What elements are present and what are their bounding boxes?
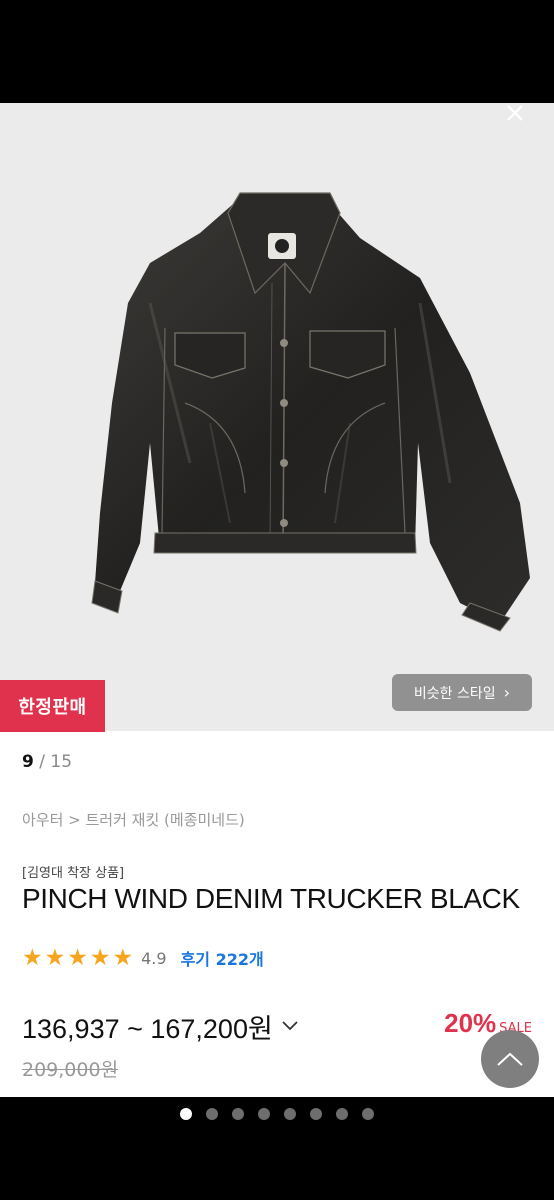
page-dot[interactable] [258,1108,270,1120]
similar-style-button[interactable]: 비슷한 스타일 › [392,674,532,711]
image-counter-total: 15 [50,752,73,772]
page-dot[interactable] [310,1108,322,1120]
star-icon: ★ [22,944,43,971]
image-counter-separator: / [33,752,51,772]
star-icon: ★ [67,944,88,971]
price-row: 136,937 ~ 167,200원 [22,1007,299,1046]
star-icon: ★ [89,944,111,971]
product-image[interactable] [0,103,554,731]
close-icon [507,105,523,121]
product-title: PINCH WIND DENIM TRUCKER BLACK [22,883,520,914]
rating-row: ★ ★ ★ ★ ★ 4.9 후기 222개 [22,943,264,973]
product-tag: [김영대 착장 상품] [22,866,125,881]
product-viewer: 한정판매 비슷한 스타일 › 9 / 15 아우터 > 트러커 재킷 (메종미네… [0,103,554,1097]
denim-jacket-image [91,192,530,632]
rating-value: 4.9 [141,948,167,968]
star-rating: ★ ★ ★ ★ ★ [22,944,134,971]
close-button[interactable] [498,103,532,125]
category-breadcrumb[interactable]: 아우터 > 트러커 재킷 (메종미네드) [22,809,245,830]
page-indicator [0,1108,554,1120]
discount-percent: 20% [444,1008,497,1038]
page-dot[interactable] [336,1108,348,1120]
chevron-right-icon: › [503,683,511,702]
chevron-down-icon[interactable] [281,1017,299,1037]
star-icon: ★ [44,944,66,971]
top-black-bar [0,0,554,103]
star-icon: ★ [112,944,134,971]
page-dot[interactable] [206,1108,218,1120]
page-dot[interactable] [284,1108,296,1120]
price-range: 136,937 ~ 167,200원 [22,1014,273,1044]
image-counter-current: 9 [22,752,34,772]
original-price: 209,000원 [22,1059,119,1081]
page-dot[interactable] [180,1108,192,1120]
page-dot[interactable] [232,1108,244,1120]
image-counter: 9 / 15 [22,752,72,772]
limited-sale-badge: 한정판매 [0,680,105,732]
page-dot[interactable] [362,1108,374,1120]
scroll-to-top-button[interactable] [481,1030,539,1088]
similar-style-label: 비슷한 스타일 [413,685,496,702]
review-count-link[interactable]: 후기 222개 [181,946,264,970]
chevron-up-icon [497,1052,523,1066]
